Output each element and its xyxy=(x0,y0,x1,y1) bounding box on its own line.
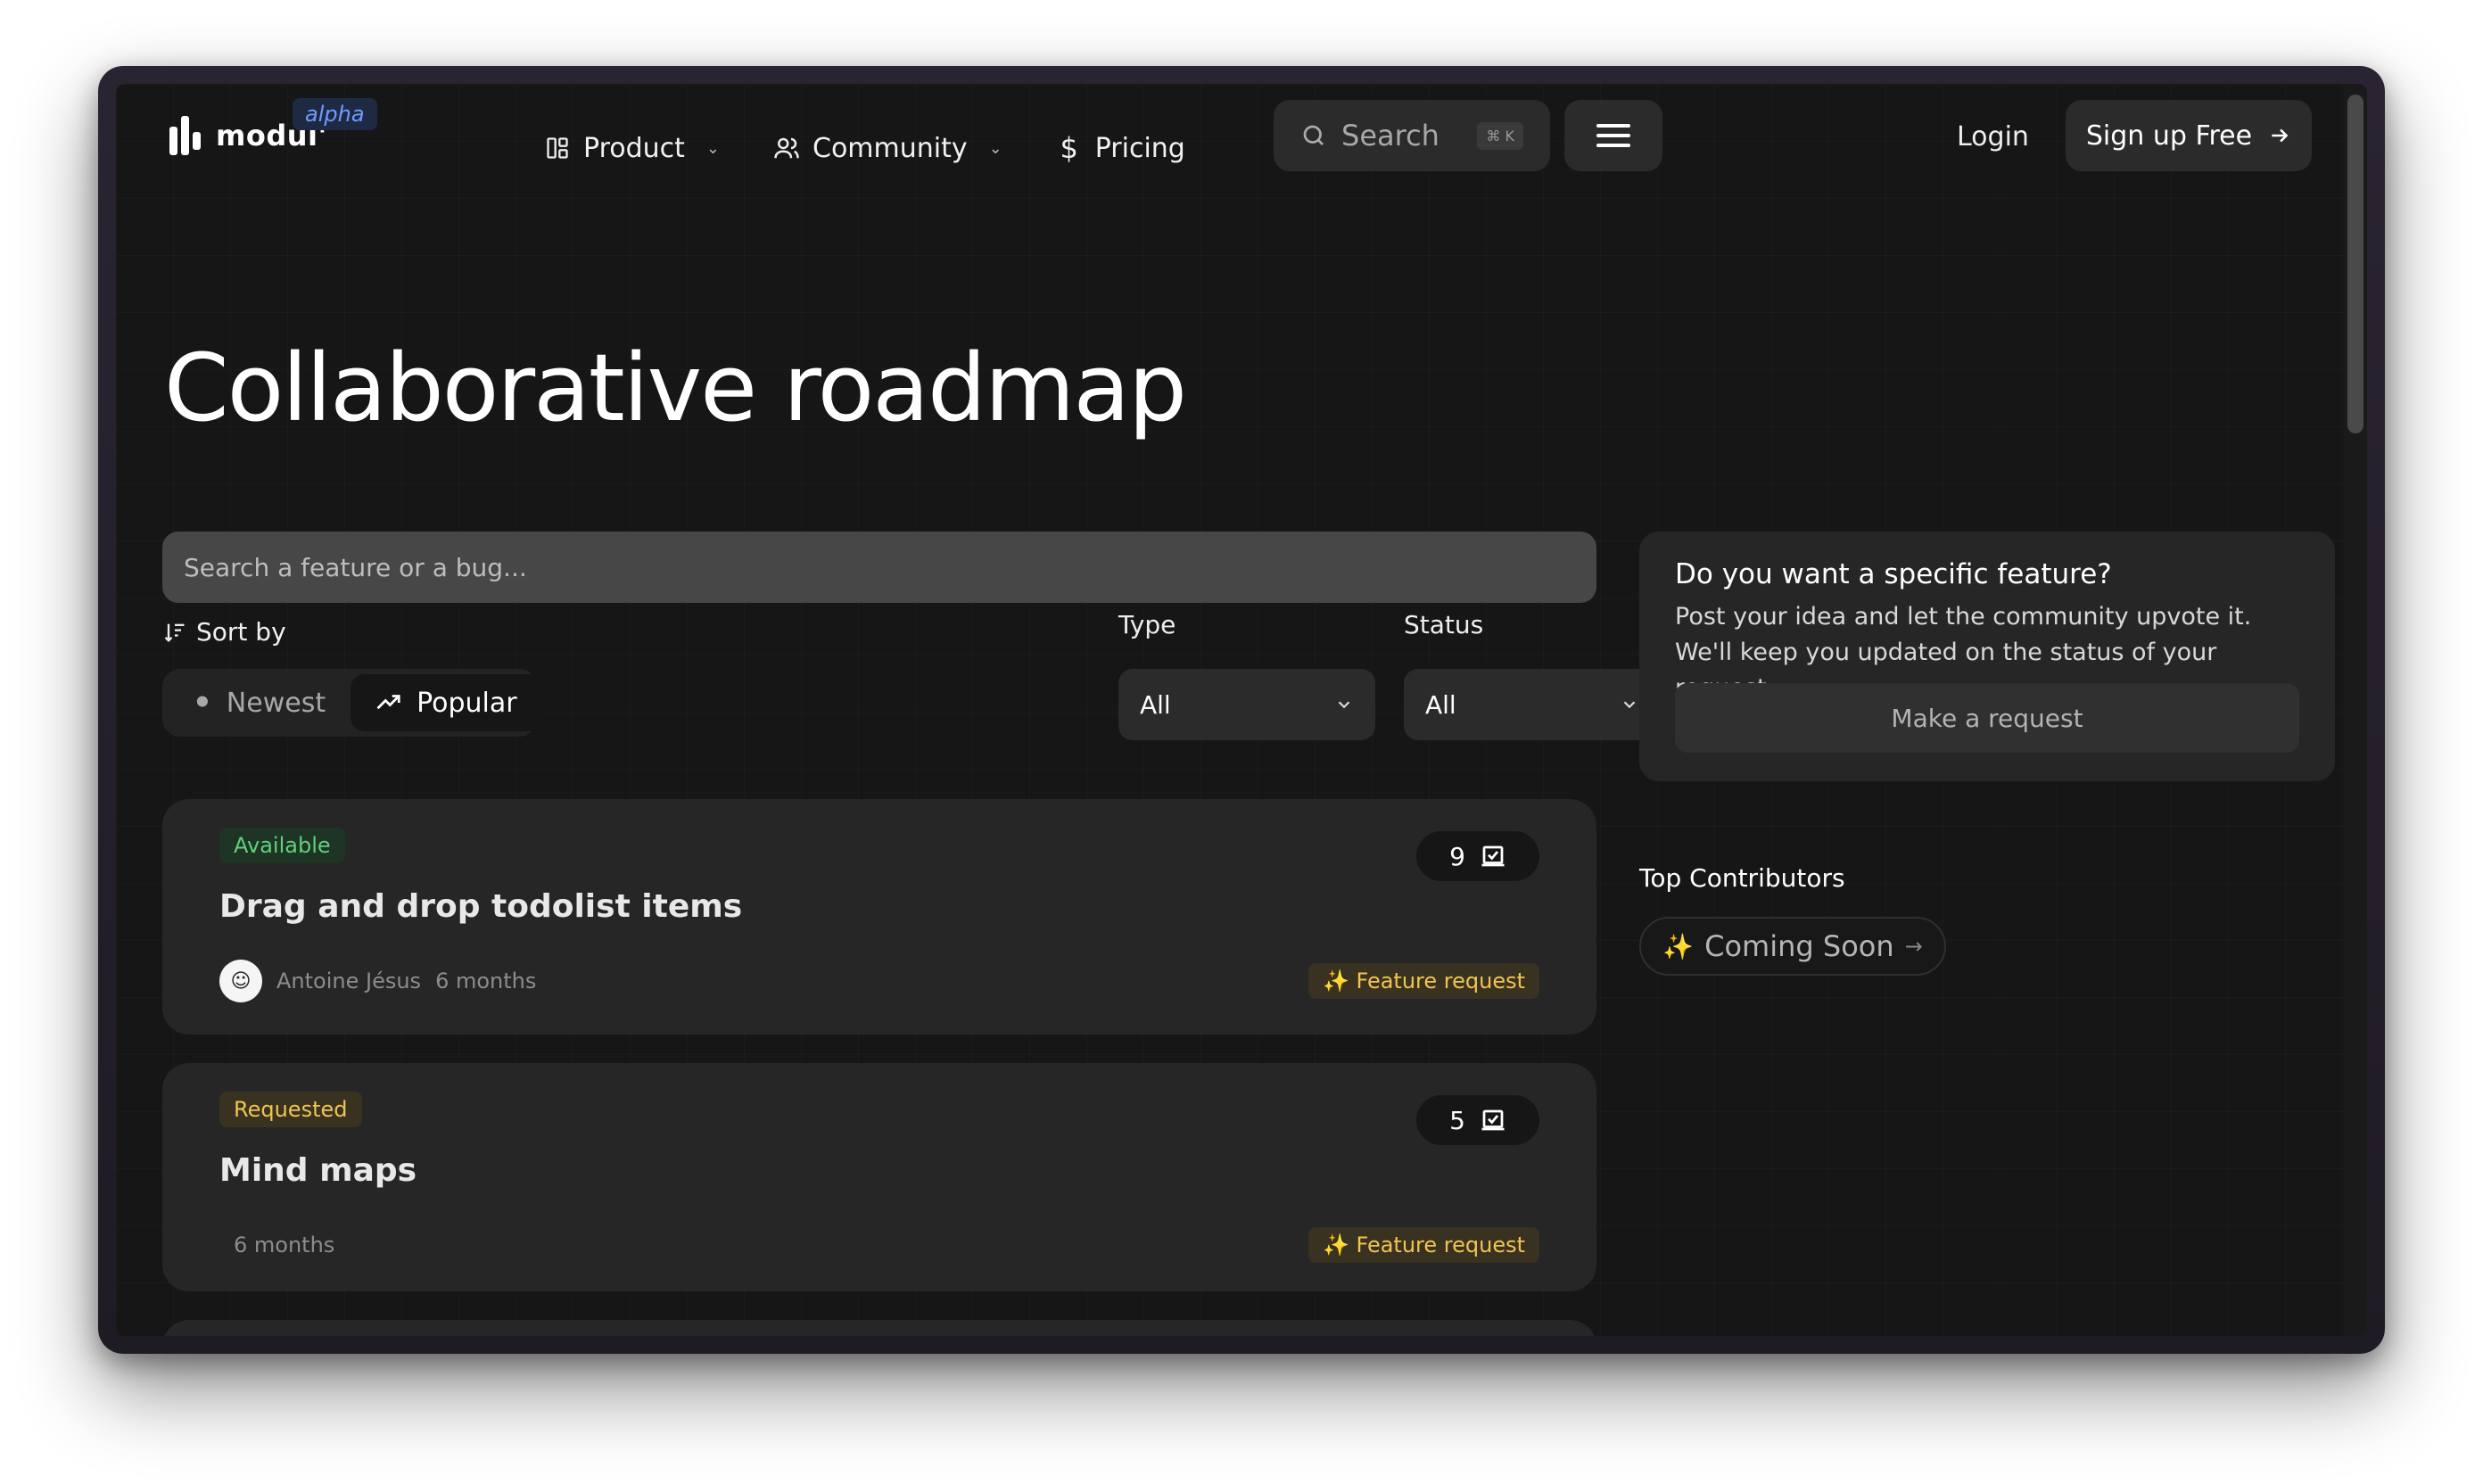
chevron-down-icon: ⌄ xyxy=(988,138,1002,158)
signup-button[interactable]: Sign up Free xyxy=(2066,100,2312,171)
arrow-right-icon xyxy=(2272,128,2289,143)
alpha-badge: alpha xyxy=(293,98,377,130)
card-time: 6 months xyxy=(234,1233,335,1257)
feature-request-box: Do you want a specific feature? Post you… xyxy=(1639,532,2335,781)
arrow-right-icon: → xyxy=(1904,934,1923,959)
sort-by-text: Sort by xyxy=(196,617,286,647)
make-request-button[interactable]: Make a request xyxy=(1675,683,2299,753)
vote-count: 9 xyxy=(1449,841,1465,871)
chevron-down-icon: ⌄ xyxy=(705,138,720,158)
nav-pricing[interactable]: $ Pricing xyxy=(1056,131,1185,165)
chevron-down-icon xyxy=(1338,701,1350,709)
sort-popular-label: Popular xyxy=(417,687,517,719)
coming-soon-badge[interactable]: ✨ Coming Soon → xyxy=(1639,917,1946,976)
login-link[interactable]: Login xyxy=(1957,121,2029,153)
trending-up-icon xyxy=(376,695,400,710)
roadmap-card[interactable]: Requested 5 Mind maps 6 months ✨ Feature… xyxy=(162,1063,1596,1291)
card-title: Mind maps xyxy=(219,1152,417,1189)
logo-mark-icon xyxy=(169,116,205,155)
sort-icon xyxy=(164,623,185,642)
nav-community[interactable]: Community ⌄ xyxy=(773,133,1002,164)
app-window-frame: modul' alpha Product ⌄ Community ⌄ $ Pri… xyxy=(98,66,2385,1354)
sort-toggle: ⚫ Newest Popular xyxy=(162,669,542,737)
type-filter-label: Type xyxy=(1118,610,1176,639)
menu-button[interactable] xyxy=(1564,100,1662,171)
author-name: Antoine Jésus xyxy=(276,969,422,993)
type-select[interactable]: All xyxy=(1118,669,1375,740)
status-select[interactable]: All xyxy=(1404,669,1661,740)
scrollbar[interactable] xyxy=(2344,84,2367,1336)
top-contributors-heading: Top Contributors xyxy=(1639,863,1845,893)
roadmap-card[interactable] xyxy=(162,1320,1596,1336)
type-select-value: All xyxy=(1140,689,1171,720)
main-nav: Product ⌄ Community ⌄ $ Pricing xyxy=(544,114,1239,182)
sparkles-icon: ✨ xyxy=(1662,931,1695,961)
vote-check-icon xyxy=(1481,845,1505,867)
type-badge: ✨ Feature request xyxy=(1307,1227,1539,1263)
nav-product[interactable]: Product ⌄ xyxy=(544,133,720,164)
app-screen: modul' alpha Product ⌄ Community ⌄ $ Pri… xyxy=(116,84,2367,1336)
chevron-down-icon xyxy=(1623,701,1636,709)
vote-button[interactable]: 9 xyxy=(1416,831,1539,881)
flame-icon: ⚫ xyxy=(193,689,212,716)
hamburger-icon xyxy=(1596,118,1630,153)
card-title: Drag and drop todolist items xyxy=(219,888,743,925)
layout-icon xyxy=(544,135,571,161)
global-search-button[interactable]: Search ⌘ K xyxy=(1274,100,1550,171)
roadmap-card[interactable]: Available 9 Drag and drop todolist items… xyxy=(162,799,1596,1035)
feature-box-title: Do you want a specific feature? xyxy=(1675,558,2112,590)
status-filter-label: Status xyxy=(1404,610,1484,639)
signup-label: Sign up Free xyxy=(2085,120,2253,152)
scrollbar-thumb[interactable] xyxy=(2347,95,2363,433)
card-meta: ☺ Antoine Jésus 6 months xyxy=(219,960,536,1002)
sort-newest-label: Newest xyxy=(226,687,326,719)
search-label: Search xyxy=(1341,119,1439,153)
dollar-icon: $ xyxy=(1060,131,1078,165)
sort-popular[interactable]: Popular xyxy=(351,674,542,731)
vote-count: 5 xyxy=(1449,1105,1465,1135)
coming-soon-label: Coming Soon xyxy=(1704,929,1894,963)
card-time: 6 months xyxy=(435,969,537,993)
sort-by-label: Sort by xyxy=(162,617,286,647)
nav-community-label: Community xyxy=(813,132,968,164)
avatar: ☺ xyxy=(219,960,262,1002)
feature-search-input[interactable] xyxy=(162,532,1596,603)
sort-newest[interactable]: ⚫ Newest xyxy=(168,674,351,731)
users-icon xyxy=(773,135,800,161)
type-badge: ✨ Feature request xyxy=(1307,963,1539,999)
search-icon xyxy=(1303,125,1324,145)
vote-check-icon xyxy=(1481,1109,1505,1131)
vote-button[interactable]: 5 xyxy=(1416,1095,1539,1145)
page-title: Collaborative roadmap xyxy=(164,334,1187,442)
status-badge: Requested xyxy=(219,1092,362,1127)
card-meta: 6 months xyxy=(234,1233,334,1257)
status-badge: Available xyxy=(219,828,345,863)
nav-product-label: Product xyxy=(583,132,685,164)
status-select-value: All xyxy=(1425,689,1456,720)
search-shortcut: ⌘ K xyxy=(1477,121,1523,150)
nav-pricing-label: Pricing xyxy=(1094,132,1185,164)
